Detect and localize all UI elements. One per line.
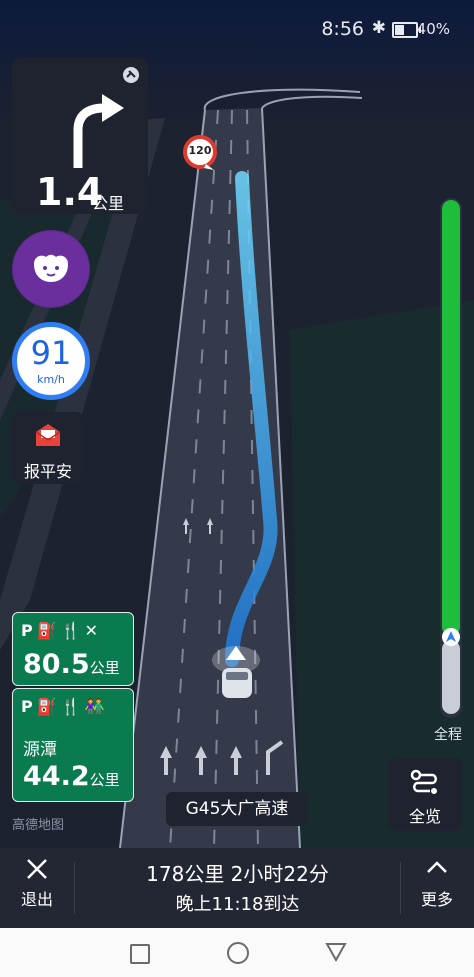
exit-label: 退出: [20, 890, 53, 909]
battery-percent: 40%: [416, 20, 450, 38]
assistant-face-icon: [13, 231, 89, 307]
close-icon: [27, 859, 47, 879]
remaining-distance-time: 178公里 2小时22分: [146, 862, 329, 886]
battery-icon: [392, 22, 421, 38]
more-options-button[interactable]: 更多: [400, 848, 474, 928]
report-safety-button[interactable]: 报平安: [12, 412, 84, 484]
more-label: 更多: [420, 890, 453, 909]
voice-assistant-avatar[interactable]: [12, 230, 90, 308]
estimated-arrival: 晚上11:18到达: [175, 894, 300, 915]
service-area-card[interactable]: P⛽🍴👫 源潭 44.2公里: [12, 688, 134, 802]
status-bar: 8:56 ✱ 40%: [0, 0, 474, 58]
turn-guidance-card[interactable]: 1.4 公里: [12, 58, 148, 214]
service-area-distance: 80.5公里: [23, 649, 120, 680]
recent-apps-icon[interactable]: [130, 944, 150, 964]
chevron-up-icon: [427, 861, 447, 873]
gps-signal-icon: [123, 67, 139, 83]
speed-limit-value: 120: [188, 144, 212, 157]
service-area-distance: 44.2公里: [23, 761, 120, 792]
route-progress-traveled: [442, 640, 460, 714]
home-icon[interactable]: [227, 942, 249, 964]
route-overview-label: 全览: [408, 807, 441, 826]
service-area-card[interactable]: P⛽🍴✕ 80.5公里: [12, 612, 134, 686]
trip-info-bar: 退出 178公里 2小时22分 晚上11:18到达 更多: [0, 848, 474, 928]
right-turn-arrow-icon: [73, 94, 124, 168]
exit-navigation-button[interactable]: 退出: [0, 848, 74, 928]
report-safety-label: 报平安: [23, 462, 72, 481]
route-progress-remaining: [442, 200, 460, 636]
current-position-icon: [442, 628, 460, 646]
turn-distance-unit: 公里: [92, 194, 125, 213]
service-area-name: 源潭: [23, 740, 57, 760]
map-provider-logo: 高德地图: [12, 818, 65, 833]
current-speed-gauge: 91 km/h: [12, 322, 90, 400]
speed-unit: km/h: [37, 373, 65, 386]
route-progress-bar: [440, 198, 462, 718]
route-overview-icon: [410, 769, 437, 794]
service-amenity-icons: P⛽🍴✕: [21, 621, 102, 640]
system-navigation-bar: [0, 928, 474, 977]
back-icon[interactable]: [325, 942, 347, 962]
service-amenity-icons: P⛽🍴👫: [21, 697, 109, 716]
speed-value: 91: [30, 334, 72, 372]
envelope-icon: [35, 424, 61, 446]
status-time: 8:56: [321, 18, 364, 40]
route-overview-button[interactable]: 全览: [388, 757, 462, 831]
route-progress-label: 全程: [434, 727, 462, 743]
current-road-name: G45大广高速: [166, 792, 308, 826]
bluetooth-icon: ✱: [371, 18, 386, 38]
